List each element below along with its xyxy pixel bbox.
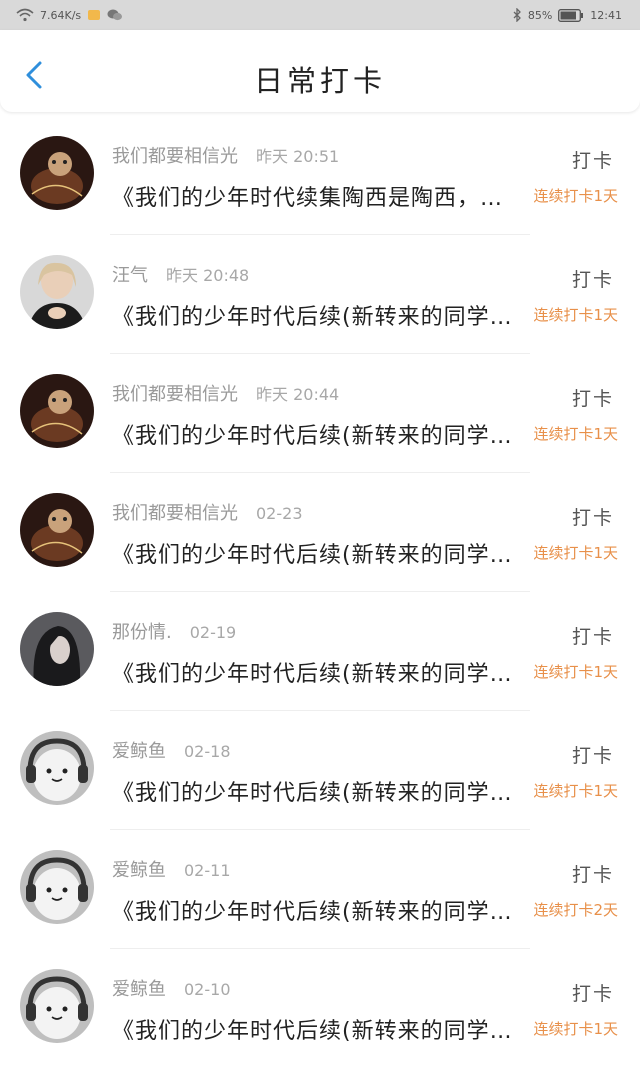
post-time: 02-18	[184, 742, 231, 761]
list-item[interactable]: 那份情. 02-19 《我们的少年时代后续(新转来的同学)》 打卡 连续打卡1天	[0, 592, 640, 711]
item-content[interactable]: 《我们的少年时代后续(新转来的同学)》	[112, 418, 520, 450]
checkin-button[interactable]: 打卡	[572, 622, 614, 649]
avatar[interactable]	[20, 493, 94, 567]
item-content[interactable]: 《我们的少年时代后续(新转来的同学)》	[112, 299, 520, 331]
streak-label: 连续打卡1天	[533, 187, 618, 205]
checkin-button[interactable]: 打卡	[572, 503, 614, 530]
item-meta: 我们都要相信光 昨天 20:44	[112, 380, 339, 406]
list-item[interactable]: 汪气 昨天 20:48 《我们的少年时代后续(新转来的同学)》 打卡 连续打卡1天	[0, 235, 640, 354]
streak-label: 连续打卡1天	[533, 544, 618, 562]
battery-percent: 85%	[527, 8, 553, 22]
user-name[interactable]: 爱鲸鱼	[112, 741, 166, 762]
post-time: 02-11	[184, 861, 231, 880]
status-left: 7.64K/s	[16, 8, 123, 22]
checkin-button[interactable]: 打卡	[572, 265, 614, 292]
wechat-icon	[107, 8, 123, 22]
streak-label: 连续打卡1天	[533, 1020, 618, 1038]
avatar[interactable]	[20, 136, 94, 210]
list-item[interactable]: 我们都要相信光昨天 20:51 《我们的少年时代续集陶西是陶西，唐冬是唐冬 打卡…	[0, 116, 640, 235]
user-name[interactable]: 汪气	[112, 265, 148, 286]
notification-app-icon	[87, 8, 101, 22]
streak-label: 连续打卡1天	[533, 425, 618, 443]
user-name[interactable]: 我们都要相信光	[112, 384, 238, 405]
item-content[interactable]: 《我们的少年时代后续(新转来的同学)》	[112, 1013, 520, 1045]
user-name[interactable]: 那份情.	[112, 622, 172, 643]
streak-label: 连续打卡2天	[533, 901, 618, 919]
user-name[interactable]: 爱鲸鱼	[112, 979, 166, 1000]
page-title: 日常打卡	[253, 64, 386, 98]
battery-icon	[558, 8, 584, 22]
item-meta: 爱鲸鱼 02-11	[112, 856, 231, 882]
post-time: 昨天 20:44	[256, 385, 340, 404]
list-item[interactable]: 爱鲸鱼 02-10 《我们的少年时代后续(新转来的同学)》 打卡 连续打卡1天	[0, 949, 640, 1068]
post-time: 02-19	[189, 623, 237, 642]
streak-label: 连续打卡1天	[533, 782, 618, 800]
status-bar: 7.64K/s 85% 12:41	[0, 0, 640, 30]
checkin-button[interactable]: 打卡	[572, 741, 614, 768]
avatar[interactable]	[20, 969, 94, 1043]
checkin-button[interactable]: 打卡	[572, 146, 614, 173]
user-name[interactable]: 我们都要相信光	[112, 503, 238, 524]
network-speed: 7.64K/s	[40, 8, 82, 22]
list-item[interactable]: 我们都要相信光 昨天 20:44 《我们的少年时代后续(新转来的同学)》 打卡 连…	[0, 354, 640, 473]
item-meta: 爱鲸鱼 02-10	[112, 975, 231, 1001]
bluetooth-icon	[512, 8, 522, 22]
item-meta: 我们都要相信光 02-23	[112, 499, 303, 525]
checkin-list: 我们都要相信光昨天 20:51 《我们的少年时代续集陶西是陶西，唐冬是唐冬 打卡…	[0, 116, 640, 1068]
post-time: 02-23	[256, 504, 303, 523]
wifi-icon	[16, 8, 34, 22]
item-content[interactable]: 《我们的少年时代后续(新转来的同学)》	[112, 775, 520, 807]
item-content[interactable]: 《我们的少年时代后续(新转来的同学)》	[112, 656, 520, 688]
item-content[interactable]: 《我们的少年时代后续(新转来的同学)》	[112, 537, 520, 569]
user-name[interactable]: 爱鲸鱼	[112, 860, 166, 881]
post-time: 昨天 20:51	[256, 147, 340, 166]
item-meta: 那份情. 02-19	[112, 618, 236, 644]
post-time: 昨天 20:48	[166, 266, 250, 285]
avatar[interactable]	[20, 374, 94, 448]
checkin-button[interactable]: 打卡	[572, 860, 614, 887]
item-content[interactable]: 《我们的少年时代续集陶西是陶西，唐冬是唐冬	[112, 180, 520, 212]
checkin-button[interactable]: 打卡	[572, 384, 614, 411]
avatar[interactable]	[20, 850, 94, 924]
avatar[interactable]	[20, 255, 94, 329]
streak-label: 连续打卡1天	[533, 663, 618, 681]
avatar[interactable]	[20, 612, 94, 686]
header: 日常打卡	[0, 30, 640, 112]
item-content[interactable]: 《我们的少年时代后续(新转来的同学)》	[112, 894, 520, 926]
item-meta: 爱鲸鱼 02-18	[112, 737, 231, 763]
list-item[interactable]: 爱鲸鱼 02-18 《我们的少年时代后续(新转来的同学)》 打卡 连续打卡1天	[0, 711, 640, 830]
avatar[interactable]	[20, 731, 94, 805]
checkin-button[interactable]: 打卡	[572, 979, 614, 1006]
item-meta: 我们都要相信光 昨天 20:51	[112, 142, 339, 168]
list-item[interactable]: 爱鲸鱼 02-11 《我们的少年时代后续(新转来的同学)》 打卡 连续打卡2天	[0, 830, 640, 949]
user-name[interactable]: 我们都要相信光	[112, 146, 238, 167]
list-item[interactable]: 我们都要相信光 02-23 《我们的少年时代后续(新转来的同学)》 打卡 连续打卡…	[0, 473, 640, 592]
streak-label: 连续打卡1天	[533, 306, 618, 324]
clock: 12:41	[590, 8, 622, 22]
post-time: 02-10	[184, 980, 231, 999]
item-meta: 汪气 昨天 20:48	[112, 261, 249, 287]
status-right: 85% 12:41	[512, 8, 622, 22]
